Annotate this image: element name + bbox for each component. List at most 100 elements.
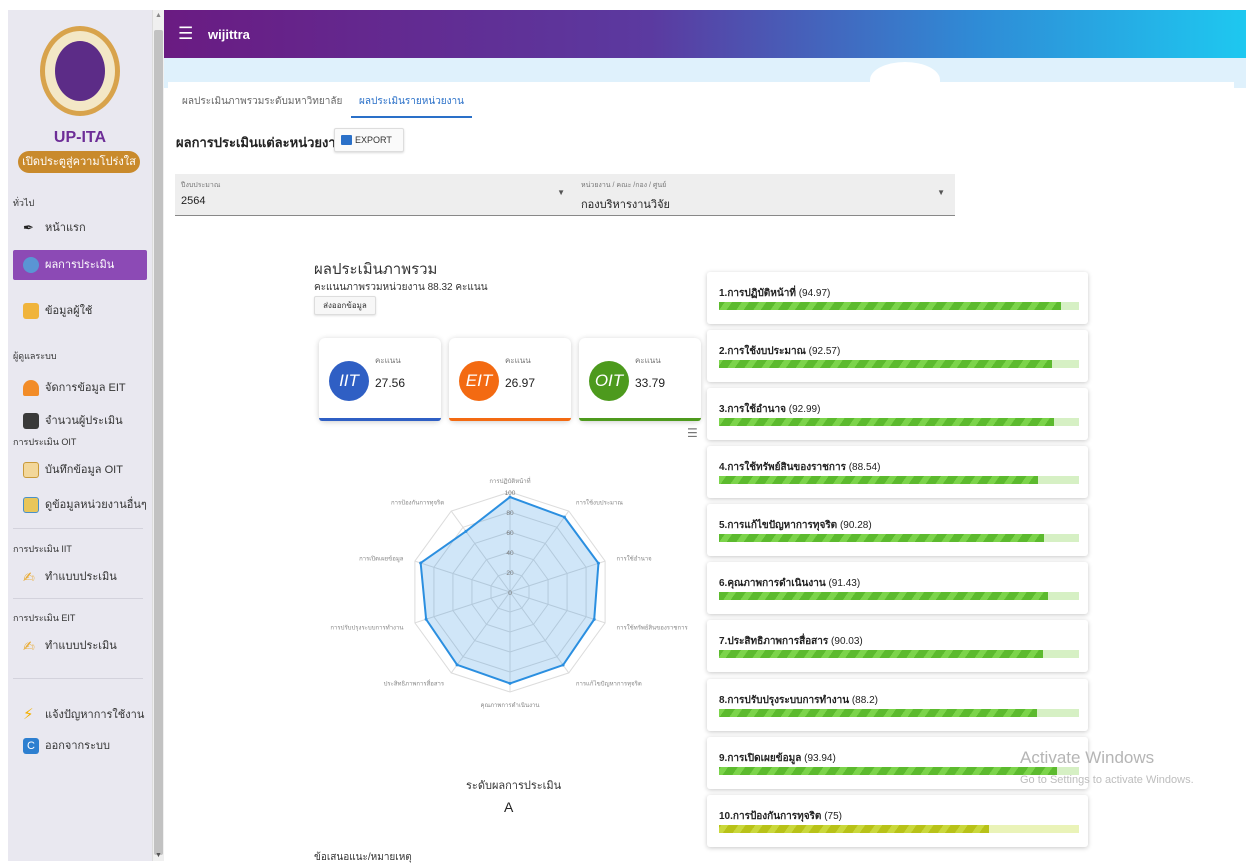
sidebar-divider — [13, 598, 143, 599]
edit-icon: ✍ — [23, 638, 35, 654]
criterion-card: 6.คุณภาพการดำเนินงาน (91.43) — [707, 562, 1088, 614]
year-select[interactable]: ปีงบประมาณ 2564 ▼ — [175, 174, 575, 216]
sidebar-item-logout[interactable]: C ออกจากระบบ — [13, 731, 147, 761]
criterion-card: 5.การแก้ไขปัญหาการทุจริต (90.28) — [707, 504, 1088, 556]
iit-score-card: IIT คะแนน 27.56 — [319, 338, 441, 421]
criterion-progress-fill — [719, 360, 1053, 368]
criterion-progress-fill — [719, 302, 1061, 310]
criterion-label: 3.การใช้อำนาจ (92.99) — [719, 402, 820, 417]
sidebar-scrollbar[interactable]: ▲ ▼ — [152, 10, 164, 861]
criterion-name: 1.การปฏิบัติหน้าที่ — [719, 288, 796, 299]
radar-axis-label: การแก้ไขปัญหาการทุจริต — [576, 680, 642, 688]
section-oit: การประเมิน OIT — [13, 437, 77, 447]
sidebar-item-do-iit[interactable]: ✍ ทำแบบประเมิน — [13, 562, 147, 592]
criterion-label: 9.การเปิดเผยข้อมูล (93.94) — [719, 751, 836, 766]
sidebar-item-results[interactable]: ผลการประเมิน — [13, 250, 147, 280]
scroll-down-arrow-icon[interactable]: ▼ — [155, 852, 162, 859]
sidebar-item-report[interactable]: ⚡ แจ้งปัญหาการใช้งาน — [13, 700, 147, 730]
eit-score-card: EIT คะแนน 26.97 — [449, 338, 571, 421]
radar-tick-label: 60 — [506, 530, 514, 537]
section-general: ทั่วไป — [13, 198, 35, 208]
section-iit: การประเมิน IIT — [13, 544, 72, 554]
sidebar-item-home[interactable]: ✒ หน้าแรก — [13, 213, 147, 243]
tab-unit[interactable]: ผลประเมินรายหน่วยงาน — [351, 94, 473, 118]
sidebar-item-do-eit[interactable]: ✍ ทำแบบประเมิน — [13, 631, 147, 661]
criterion-card: 3.การใช้อำนาจ (92.99) — [707, 388, 1088, 440]
criterion-progress-fill — [719, 767, 1058, 775]
hamburger-menu-icon[interactable]: ☰ — [178, 24, 193, 44]
radar-axis-label: การป้องกันการทุจริต — [391, 499, 444, 506]
radar-axis-label: การปฏิบัติหน้าที่ — [489, 477, 530, 485]
oit-accent-bar — [579, 418, 701, 421]
sidebar-item-label: ดูข้อมูลหน่วยงานอื่นๆ — [45, 499, 147, 511]
note-title: ข้อเสนอแนะ/หมายเหตุ — [314, 852, 412, 863]
year-select-label: ปีงบประมาณ — [181, 182, 221, 189]
criterion-name: 6.คุณภาพการดำเนินงาน — [719, 578, 826, 589]
sidebar-item-record-oit[interactable]: บันทึกข้อมูล OIT — [13, 455, 147, 485]
criterion-label: 4.การใช้ทรัพย์สินของราชการ (88.54) — [719, 460, 880, 475]
criterion-progress-track — [719, 709, 1079, 717]
sidebar: UP-ITA เปิดประตูสู่ความโปร่งใส ทั่วไป ✒ … — [8, 10, 152, 861]
eit-badge: EIT — [459, 361, 499, 401]
scroll-thumb[interactable] — [154, 30, 163, 855]
criterion-name: 10.การป้องกันการทุจริต — [719, 811, 822, 822]
sidebar-item-label: ผลการประเมิน — [45, 259, 115, 271]
logout-icon: C — [23, 738, 39, 754]
sidebar-item-manage-eit[interactable]: จัดการข้อมูล EIT — [13, 373, 147, 403]
page-title: ผลการประเมินแต่ละหน่วยงาน — [176, 135, 345, 150]
criterion-name: 8.การปรับปรุงระบบการทำงาน — [719, 695, 850, 706]
criterion-progress-track — [719, 534, 1079, 542]
chart-menu-icon[interactable]: ☰ — [687, 426, 698, 440]
sidebar-item-label: ข้อมูลผู้ใช้ — [45, 305, 93, 317]
user-card-icon — [23, 303, 39, 319]
score-label: คะแนน — [505, 356, 531, 365]
windows-watermark-subtitle: Go to Settings to activate Windows. — [1020, 774, 1194, 786]
criterion-progress-fill — [719, 418, 1054, 426]
export-label: EXPORT — [355, 135, 392, 145]
criterion-label: 8.การปรับปรุงระบบการทำงาน (88.2) — [719, 693, 878, 708]
edit-icon: ✍ — [23, 569, 35, 585]
radar-axis-label: การใช้อำนาจ — [617, 554, 652, 562]
criterion-label: 1.การปฏิบัติหน้าที่ (94.97) — [719, 286, 830, 301]
criterion-card: 7.ประสิทธิภาพการสื่อสาร (90.03) — [707, 620, 1088, 672]
year-select-value: 2564 — [181, 195, 206, 207]
radar-axis-label: การใช้งบประมาณ — [576, 498, 624, 506]
iit-accent-bar — [319, 418, 441, 421]
radar-tick-label: 20 — [506, 570, 514, 577]
scroll-up-arrow-icon[interactable]: ▲ — [155, 12, 162, 19]
unit-select-label: หน่วยงาน / คณะ /กอง / ศูนย์ — [581, 182, 667, 189]
sidebar-divider — [13, 678, 143, 679]
score-label: คะแนน — [375, 356, 401, 365]
sidebar-item-view-others[interactable]: ดูข้อมูลหน่วยงานอื่นๆ — [13, 490, 147, 520]
unit-select[interactable]: หน่วยงาน / คณะ /กอง / ศูนย์ กองบริหารงาน… — [575, 174, 955, 216]
criterion-score: (94.97) — [795, 288, 831, 299]
radar-tick-label: 100 — [505, 490, 516, 497]
export-button[interactable]: EXPORT — [334, 128, 404, 152]
criterion-card: 2.การใช้งบประมาณ (92.57) — [707, 330, 1088, 382]
top-app-bar: ☰ wijittra — [164, 10, 1246, 58]
criterion-progress-track — [719, 592, 1079, 600]
dropdown-arrow-icon: ▼ — [557, 188, 565, 197]
criterion-score: (90.28) — [837, 520, 872, 531]
section-eit: การประเมิน EIT — [13, 613, 76, 623]
criterion-card: 1.การปฏิบัติหน้าที่ (94.97) — [707, 272, 1088, 324]
iit-badge: IIT — [329, 361, 369, 401]
sidebar-item-count[interactable]: จำนวนผู้ประเมิน — [13, 406, 147, 436]
oit-score-value: 33.79 — [635, 376, 666, 390]
criterion-score: (93.94) — [801, 753, 836, 764]
sidebar-divider — [13, 528, 143, 529]
criterion-card: 8.การปรับปรุงระบบการทำงาน (88.2) — [707, 679, 1088, 731]
export-data-button[interactable]: ส่งออกข้อมูล — [314, 296, 376, 315]
main-content: ผลประเมินภาพรวมระดับมหาวิทยาลัย ผลประเมิ… — [168, 82, 1234, 863]
radar-chart: 100 80 60 40 20 0 การปฏิบัติหน้าที่การใช้งบประ… — [330, 477, 689, 709]
university-logo — [40, 26, 120, 116]
radar-axis-label: การใช้ทรัพย์สินของราชการ — [617, 624, 689, 632]
iit-score-value: 27.56 — [375, 376, 406, 390]
radar-data-point — [561, 663, 565, 667]
sidebar-item-userinfo[interactable]: ข้อมูลผู้ใช้ — [13, 296, 147, 326]
radar-tick-label: 0 — [508, 590, 512, 597]
tab-overall[interactable]: ผลประเมินภาพรวมระดับมหาวิทยาลัย — [182, 94, 342, 118]
criterion-progress-fill — [719, 534, 1044, 542]
criterion-score: (92.57) — [805, 346, 841, 357]
radar-data-point — [464, 529, 468, 533]
